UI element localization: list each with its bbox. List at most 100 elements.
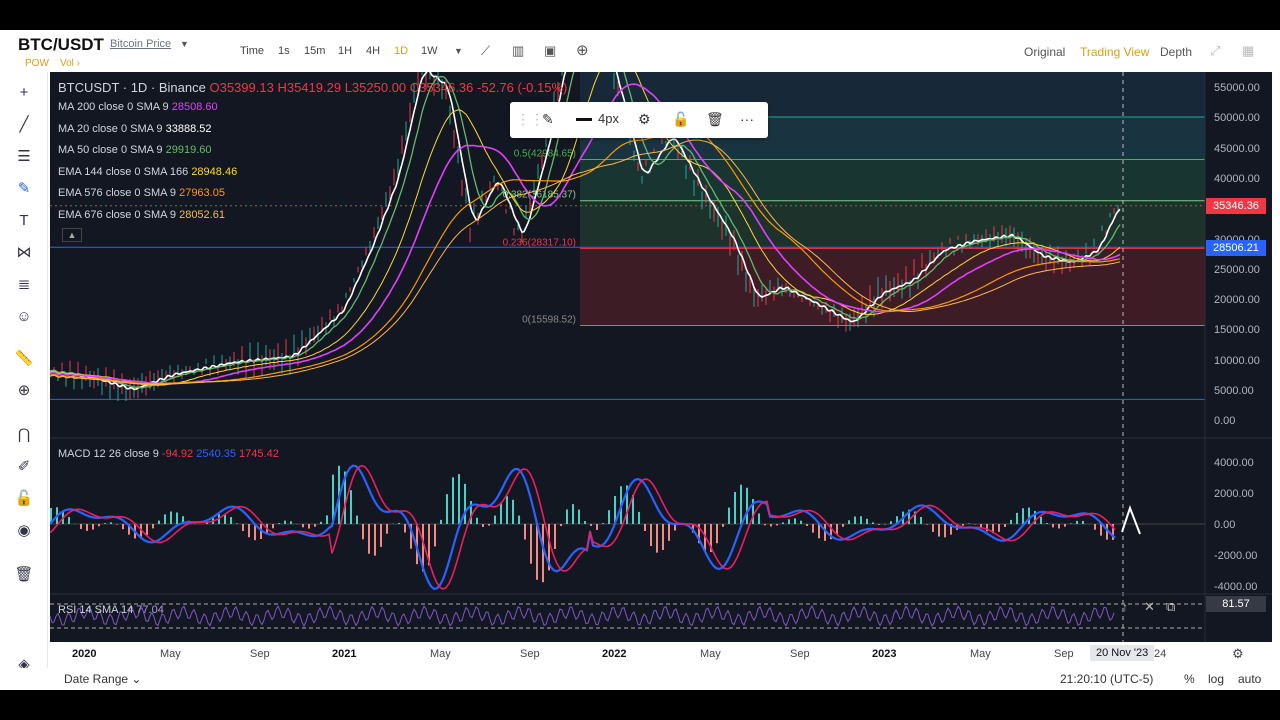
lock-icon[interactable]: 🔓 (12, 488, 36, 510)
indicator-legend-row[interactable]: MA 50 close 0 SMA 9 29919.60 (58, 144, 212, 156)
legend-collapse-button[interactable]: ▲ (62, 228, 82, 242)
tf-1d[interactable]: 1D (394, 45, 408, 57)
tf-15m[interactable]: 15m (304, 45, 325, 57)
line-width-icon[interactable] (576, 118, 592, 121)
tab-depth[interactable]: Depth (1160, 45, 1192, 59)
fib-tools-icon[interactable]: ≣ (12, 274, 36, 296)
macd-histogram-bar (506, 496, 508, 524)
layout-icon[interactable]: ▦ (1242, 43, 1254, 59)
line-width-label[interactable]: 4px (598, 111, 619, 126)
macd-histogram-bar (1082, 520, 1084, 524)
legend-symbol: BTCUSDT · 1D · Binance (58, 80, 206, 95)
more-icon[interactable]: ··· (740, 111, 754, 127)
chart-canvas[interactable]: 0.610.5(42984.65)0.382(36185.37)0.236(28… (50, 72, 1272, 664)
drag-handle-icon[interactable]: ⋮⋮ (516, 111, 544, 128)
indicator-legend-row[interactable]: EMA 676 close 0 SMA 9 28052.61 (58, 209, 225, 221)
indicator-label: EMA 144 close 0 SMA 166 (58, 165, 189, 178)
drawing-tools-sidebar: + ╱ ☰ ✎ T ⋈ ≣ ☺ 📏 ⊕ ⋂ ✐ 🔓 ◉ 🗑 ◈ (0, 72, 48, 688)
macd-histogram-bar (314, 524, 316, 527)
pane-up-icon[interactable]: ↑ (1122, 600, 1128, 614)
chart-header: BTC/USDT Bitcoin Price ▼ POW Vol › Time … (0, 30, 1280, 72)
log-toggle[interactable]: log (1208, 672, 1224, 686)
macd-histogram-bar (68, 516, 70, 524)
macd-histogram-bar (464, 483, 466, 524)
macd-histogram-bar (524, 524, 526, 540)
delete-icon[interactable]: 🗑 (706, 111, 724, 128)
macd-histogram-bar (86, 524, 88, 531)
indicator-legend-row[interactable]: MA 200 close 0 SMA 9 28508.60 (58, 101, 218, 113)
crosshair-icon[interactable]: + (12, 82, 36, 104)
emoji-icon[interactable]: ☺ (12, 306, 36, 328)
pane-maximize-icon[interactable]: ⧉ (1166, 599, 1175, 615)
macd-scale-label: -4000.00 (1214, 581, 1258, 593)
tab-trading-view[interactable]: Trading View (1080, 45, 1149, 59)
indicator-legend-row[interactable]: EMA 576 close 0 SMA 9 27963.05 (58, 187, 225, 199)
macd-histogram-bar (356, 515, 358, 524)
legend-open: O35399.13 (209, 80, 274, 95)
macd-histogram-bar (242, 524, 244, 531)
candle-type-icon[interactable]: ▥ (512, 43, 524, 59)
brush-icon[interactable]: ✎ (12, 178, 36, 200)
rsi-line (50, 604, 1115, 628)
macd-histogram-bar (80, 524, 82, 529)
percent-toggle[interactable]: % (1184, 672, 1195, 686)
macd-histogram-bar (530, 524, 532, 564)
indicator-legend-row[interactable]: MA 20 close 0 SMA 9 33888.52 (58, 123, 212, 135)
rsi-label: RSI 14 SMA 14 (58, 604, 134, 616)
macd-histogram-bar (302, 524, 304, 528)
pencil-icon[interactable]: ✎ (542, 111, 554, 128)
macd-scale-label: 0.00 (1214, 519, 1236, 531)
indicator-icon[interactable]: ⟋ (481, 43, 490, 59)
symbol-dropdown-icon[interactable]: ▼ (180, 39, 189, 49)
macd-histogram-bar (236, 523, 238, 524)
horizontal-lines-icon[interactable]: ☰ (12, 146, 36, 168)
text-icon[interactable]: T (12, 210, 36, 232)
macd-histogram-bar (1004, 524, 1006, 528)
pattern-icon[interactable]: ⋈ (12, 242, 36, 264)
trash-icon[interactable]: 🗑 (12, 564, 36, 586)
macd-histogram-bar (272, 524, 274, 529)
tf-1h[interactable]: 1H (338, 45, 352, 57)
date-range-button[interactable]: Date Range ⌄ (64, 672, 141, 686)
eye-icon[interactable]: ◉ (12, 520, 36, 542)
macd-histogram-bar (440, 519, 442, 524)
pen-lock-icon[interactable]: ✐ (12, 456, 36, 478)
macd-histogram-bar (872, 522, 874, 524)
symbol-name-link[interactable]: Bitcoin Price (110, 38, 171, 50)
macd-histogram-bar (638, 511, 640, 524)
tf-1w[interactable]: 1W (421, 45, 438, 57)
macd-histogram-bar (386, 524, 388, 534)
magnet-icon[interactable]: ⋂ (12, 424, 36, 446)
ruler-icon[interactable]: 📏 (12, 348, 36, 370)
macd-histogram-bar (866, 518, 868, 524)
macd-histogram-bar (944, 524, 946, 538)
chart-plot[interactable]: 0.610.5(42984.65)0.382(36185.37)0.236(28… (50, 72, 1272, 664)
price-label: 5000.00 (1214, 385, 1254, 397)
current-price-tag: 35346.36 (1206, 198, 1266, 214)
tab-original[interactable]: Original (1024, 45, 1065, 59)
tf-4h[interactable]: 4H (366, 45, 380, 57)
macd-histogram-bar (1022, 508, 1024, 524)
macd-histogram-bar (860, 516, 862, 524)
indicator-legend-row[interactable]: EMA 144 close 0 SMA 166 28948.46 (58, 166, 237, 178)
unlock-icon[interactable]: 🔓 (672, 111, 689, 128)
zoom-icon[interactable]: ⊕ (12, 380, 36, 402)
tf-time[interactable]: Time (240, 45, 264, 57)
macd-histogram-bar (596, 524, 598, 530)
tag-vol-label: Vol (60, 58, 74, 69)
settings-icon[interactable]: ⚙ (638, 111, 651, 128)
auto-toggle[interactable]: auto (1238, 672, 1261, 686)
camera-icon[interactable]: ▣ (544, 43, 556, 59)
fullscreen-icon[interactable]: ⤢ (1210, 43, 1220, 59)
macd-histogram-bar (848, 520, 850, 524)
add-icon[interactable]: ⊕ (576, 41, 589, 59)
pane-close-icon[interactable]: ✕ (1144, 599, 1155, 615)
symbol-title[interactable]: BTC/USDT (18, 35, 104, 55)
tf-more-icon[interactable]: ▼ (454, 46, 463, 56)
tf-1s[interactable]: 1s (278, 45, 290, 57)
time-axis[interactable]: 2020 May Sep 2021 May Sep 2022 May Sep 2023 May Sep… (50, 642, 1272, 666)
chart-settings-icon[interactable]: ⚙ (1232, 646, 1244, 662)
trendline-icon[interactable]: ╱ (12, 114, 36, 136)
macd-histogram-bar (746, 487, 748, 524)
tag-vol[interactable]: Vol › (60, 58, 80, 69)
